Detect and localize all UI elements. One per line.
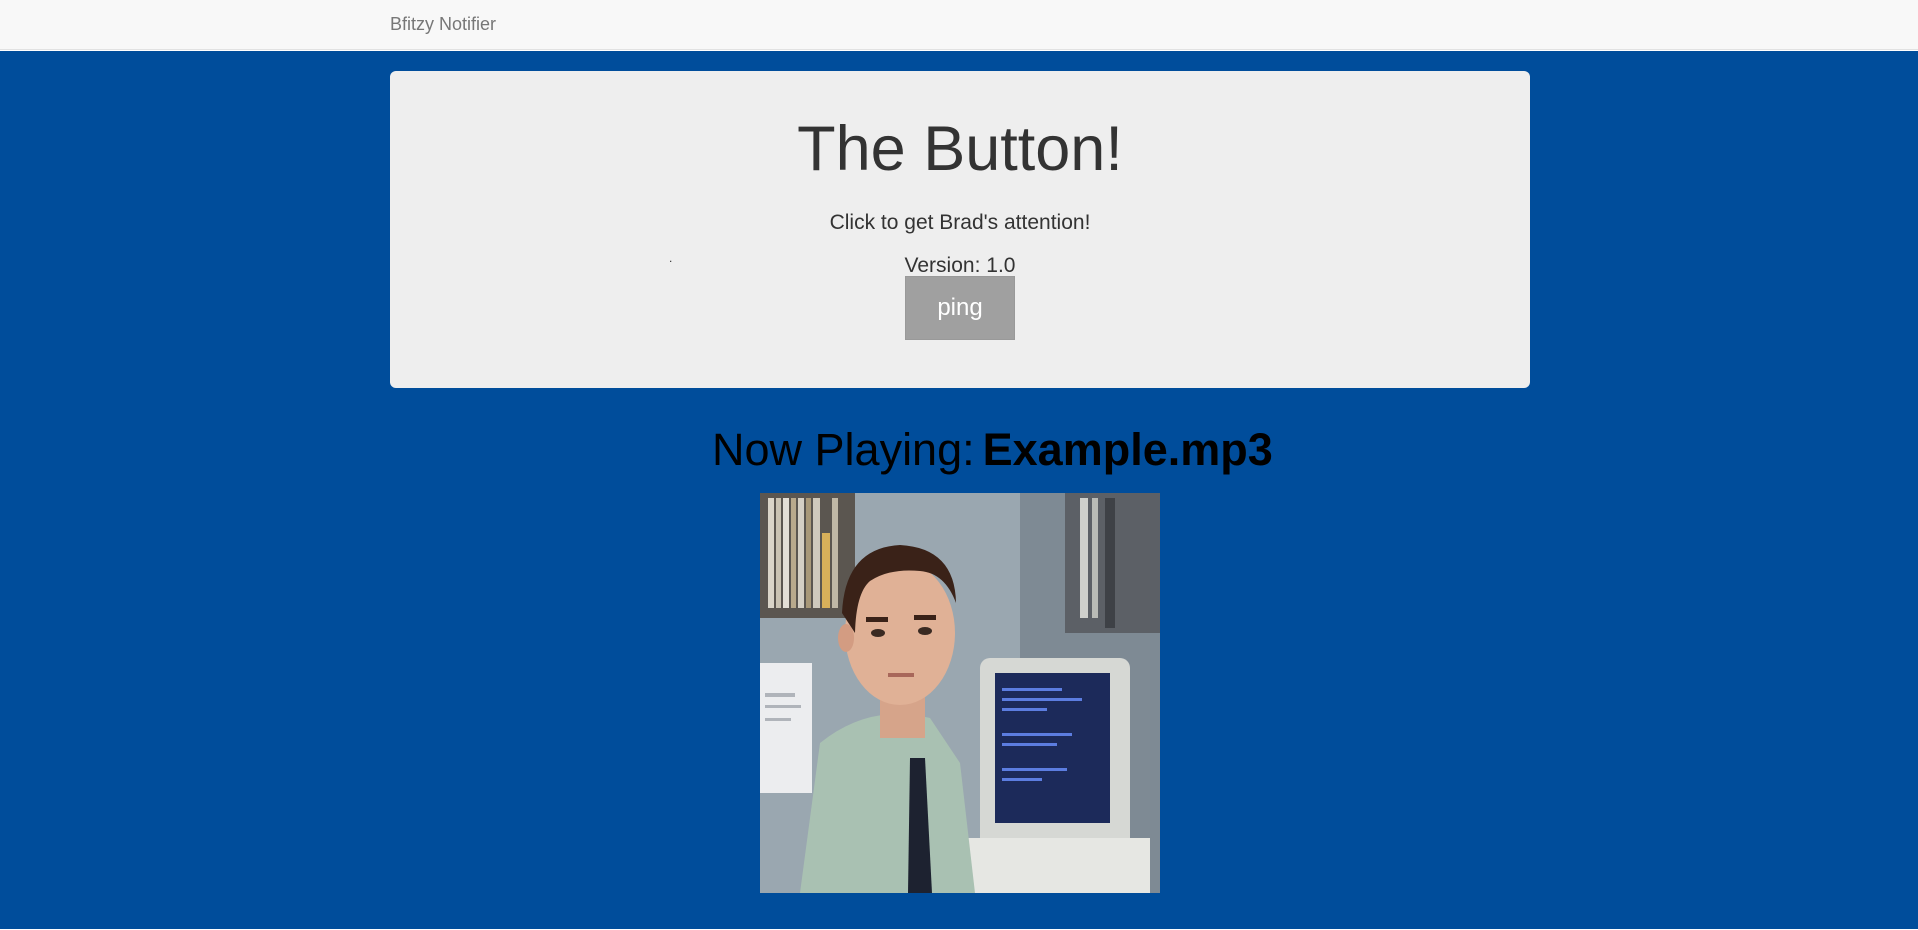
top-navbar: Bfitzy Notifier: [0, 0, 1918, 50]
page-subtitle: Click to get Brad's attention!: [829, 211, 1091, 234]
version-value: 1.0: [986, 254, 1016, 277]
navbar-brand-link[interactable]: Bfitzy Notifier: [390, 14, 496, 35]
office-worker-gif-image: [760, 493, 1160, 893]
main-stage: The Button! Click to get Brad's attentio…: [0, 51, 1918, 929]
ping-button[interactable]: ping: [905, 276, 1015, 340]
jumbotron-panel: The Button! Click to get Brad's attentio…: [390, 71, 1530, 388]
now-playing-label: Now Playing:: [712, 424, 975, 475]
now-playing-heading: Now Playing: Example.mp3: [712, 424, 1273, 476]
page-title: The Button!: [797, 114, 1123, 184]
now-playing-file: Example.mp3: [982, 424, 1273, 475]
version-label: Version:: [904, 254, 981, 277]
